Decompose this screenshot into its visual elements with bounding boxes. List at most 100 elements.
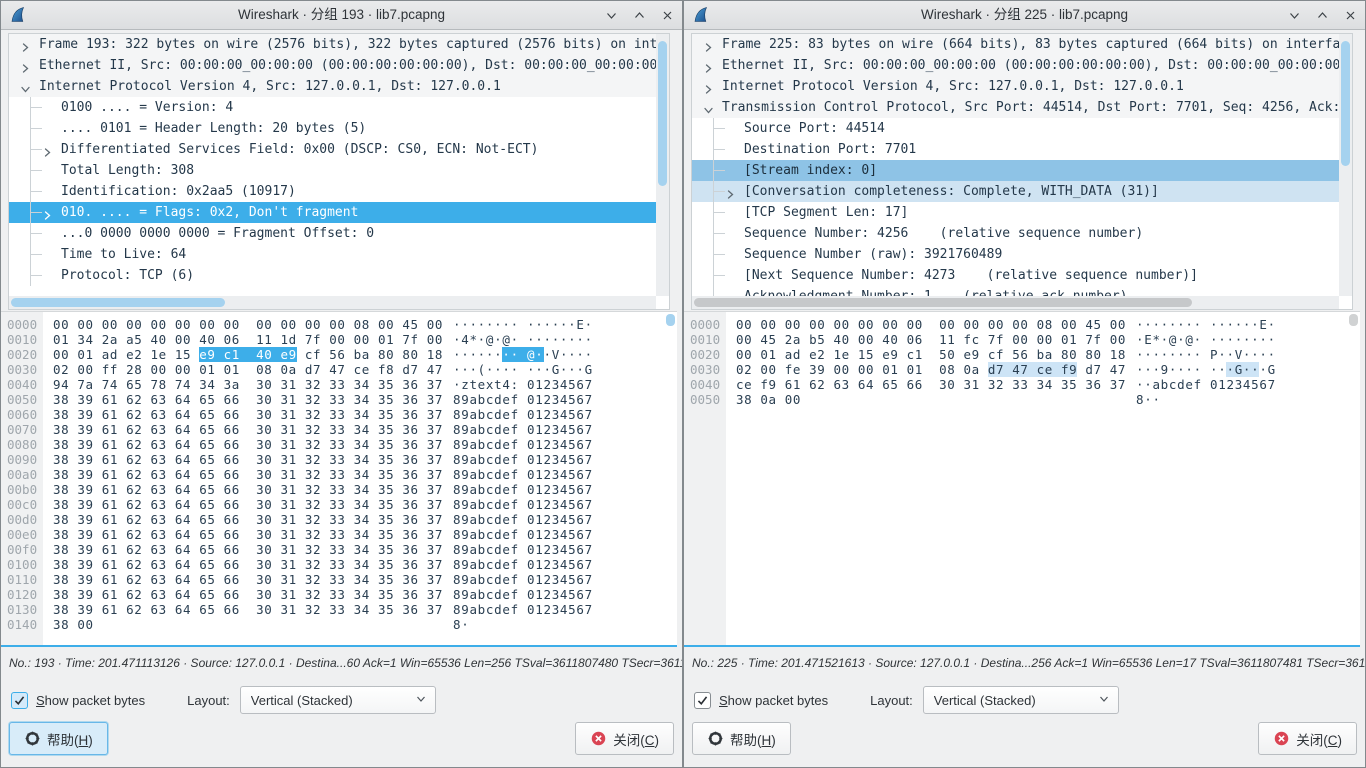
tree-row[interactable]: Internet Protocol Version 4, Src: 127.0.… [9, 76, 656, 97]
expander-closed-icon[interactable] [703, 81, 714, 92]
hex-bytes[interactable]: 38 39 61 62 63 64 65 66 30 31 32 33 34 3… [53, 452, 443, 467]
tree-row[interactable]: [Next Sequence Number: 4273 (relative se… [692, 265, 1339, 286]
hex-row[interactable]: 0040ce f9 61 62 63 64 65 66 30 31 32 33 … [684, 377, 1360, 392]
hex-ascii[interactable]: ·ztext4: 01234567 [453, 377, 593, 392]
hex-bytes[interactable]: 00 01 ad e2 1e 15 e9 c1 40 e9 cf 56 ba 8… [53, 347, 443, 362]
tree-row[interactable]: Frame 225: 83 bytes on wire (664 bits), … [692, 34, 1339, 55]
hex-row[interactable]: 00d038 39 61 62 63 64 65 66 30 31 32 33 … [1, 512, 677, 527]
hex-ascii[interactable]: 89abcdef 01234567 [453, 392, 593, 407]
hex-row[interactable]: 000000 00 00 00 00 00 00 00 00 00 00 00 … [684, 317, 1360, 332]
hex-segment[interactable]: ·· @· [502, 347, 543, 362]
hex-segment[interactable]: ······ [453, 347, 502, 362]
close-button[interactable]: 关闭(C) [1258, 722, 1357, 755]
hex-ascii[interactable]: 8· [453, 617, 469, 632]
hex-segment[interactable]: 02 00 fe 39 00 00 01 01 08 0a [736, 362, 988, 377]
hex-segment[interactable]: e9 c1 40 e9 [199, 347, 297, 362]
show-packet-bytes-checkbox[interactable] [11, 692, 28, 709]
hex-bytes[interactable]: 38 39 61 62 63 64 65 66 30 31 32 33 34 3… [53, 482, 443, 497]
hex-row[interactable]: 003002 00 fe 39 00 00 01 01 08 0a d7 47 … [684, 362, 1360, 377]
hex-ascii[interactable]: ········ @··V···· [453, 347, 593, 362]
hex-row[interactable]: 006038 39 61 62 63 64 65 66 30 31 32 33 … [1, 407, 677, 422]
hex-row[interactable]: 008038 39 61 62 63 64 65 66 30 31 32 33 … [1, 437, 677, 452]
tree-row[interactable]: Acknowledgment Number: 1 (relative ack n… [692, 286, 1339, 296]
hex-ascii[interactable]: ···(···· ···G···G [453, 362, 593, 377]
show-packet-bytes-checkbox[interactable] [694, 692, 711, 709]
hex-row[interactable]: 000000 00 00 00 00 00 00 00 00 00 00 00 … [1, 317, 677, 332]
hex-bytes[interactable]: 38 39 61 62 63 64 65 66 30 31 32 33 34 3… [53, 422, 443, 437]
hex-ascii[interactable]: ········ ······E· [1136, 317, 1276, 332]
hex-ascii[interactable]: 89abcdef 01234567 [453, 407, 593, 422]
hex-row[interactable]: 00b038 39 61 62 63 64 65 66 30 31 32 33 … [1, 482, 677, 497]
hex-bytes[interactable]: ce f9 61 62 63 64 65 66 30 31 32 33 34 3… [736, 377, 1126, 392]
tree-row[interactable]: 010. .... = Flags: 0x2, Don't fragment [9, 202, 656, 223]
hex-segment[interactable]: d7 47 [1077, 362, 1126, 377]
hex-ascii[interactable]: 8·· [1136, 392, 1161, 407]
hex-row[interactable]: 002000 01 ad e2 1e 15 e9 c1 40 e9 cf 56 … [1, 347, 677, 362]
tree-row[interactable]: Identification: 0x2aa5 (10917) [9, 181, 656, 202]
hex-segment[interactable]: cf 56 ba 80 80 18 [297, 347, 443, 362]
scrollbar-thumb[interactable] [11, 298, 225, 307]
expander-closed-icon[interactable] [20, 39, 31, 50]
hex-bytes[interactable]: 38 39 61 62 63 64 65 66 30 31 32 33 34 3… [53, 467, 443, 482]
expander-closed-icon[interactable] [42, 144, 53, 155]
tree-vertical-scrollbar[interactable] [1339, 34, 1352, 296]
hex-bytes[interactable]: 01 34 2a a5 40 00 40 06 11 1d 7f 00 00 0… [53, 332, 443, 347]
hex-row[interactable]: 00a038 39 61 62 63 64 65 66 30 31 32 33 … [1, 467, 677, 482]
hex-ascii[interactable]: 89abcdef 01234567 [453, 557, 593, 572]
hex-row[interactable]: 001001 34 2a a5 40 00 40 06 11 1d 7f 00 … [1, 332, 677, 347]
tree-row[interactable]: Sequence Number (raw): 3921760489 [692, 244, 1339, 265]
tree-row[interactable]: .... 0101 = Header Length: 20 bytes (5) [9, 118, 656, 139]
hex-bytes[interactable]: 94 7a 74 65 78 74 34 3a 30 31 32 33 34 3… [53, 377, 443, 392]
shade-window-icon[interactable] [1287, 8, 1301, 22]
maximize-window-icon[interactable] [1315, 8, 1329, 22]
hex-bytes[interactable]: 02 00 fe 39 00 00 01 01 08 0a d7 47 ce f… [736, 362, 1126, 377]
scrollbar-thumb[interactable] [658, 41, 667, 186]
expander-closed-icon[interactable] [703, 39, 714, 50]
scrollbar-thumb[interactable] [1341, 41, 1350, 166]
tree-row[interactable]: Time to Live: 64 [9, 244, 656, 265]
hex-segment[interactable]: ·G [1259, 362, 1275, 377]
hex-bytes[interactable]: 00 01 ad e2 1e 15 e9 c1 50 e9 cf 56 ba 8… [736, 347, 1126, 362]
titlebar[interactable]: Wireshark · 分组 225 · lib7.pcapng [684, 1, 1365, 30]
hex-row[interactable]: 00e038 39 61 62 63 64 65 66 30 31 32 33 … [1, 527, 677, 542]
hex-ascii[interactable]: ········ ······E· [453, 317, 593, 332]
expander-closed-icon[interactable] [42, 207, 53, 218]
tree-horizontal-scrollbar[interactable] [9, 296, 656, 309]
help-button[interactable]: 帮助(H) [9, 722, 108, 755]
hex-bytes[interactable]: 38 39 61 62 63 64 65 66 30 31 32 33 34 3… [53, 572, 443, 587]
hex-row[interactable]: 012038 39 61 62 63 64 65 66 30 31 32 33 … [1, 587, 677, 602]
hex-row[interactable]: 005038 0a 008·· [684, 392, 1360, 407]
hex-row[interactable]: 009038 39 61 62 63 64 65 66 30 31 32 33 … [1, 452, 677, 467]
expander-closed-icon[interactable] [725, 186, 736, 197]
hex-segment[interactable]: ·G·· [1226, 362, 1259, 377]
tree-row[interactable]: Sequence Number: 4256 (relative sequence… [692, 223, 1339, 244]
tree-row[interactable]: [TCP Segment Len: 17] [692, 202, 1339, 223]
hex-ascii[interactable]: 89abcdef 01234567 [453, 452, 593, 467]
tree-row[interactable]: 0100 .... = Version: 4 [9, 97, 656, 118]
hex-bytes[interactable]: 02 00 ff 28 00 00 01 01 08 0a d7 47 ce f… [53, 362, 443, 377]
tree-row[interactable]: ...0 0000 0000 0000 = Fragment Offset: 0 [9, 223, 656, 244]
hex-ascii[interactable]: 89abcdef 01234567 [453, 422, 593, 437]
hex-ascii[interactable]: 89abcdef 01234567 [453, 527, 593, 542]
tree-row[interactable]: Transmission Control Protocol, Src Port:… [692, 97, 1339, 118]
expander-closed-icon[interactable] [703, 60, 714, 71]
tree-vertical-scrollbar[interactable] [656, 34, 669, 296]
hex-ascii[interactable]: 89abcdef 01234567 [453, 587, 593, 602]
tree-row[interactable]: Differentiated Services Field: 0x00 (DSC… [9, 139, 656, 160]
hex-ascii[interactable]: 89abcdef 01234567 [453, 542, 593, 557]
layout-select[interactable]: Vertical (Stacked) [240, 686, 436, 714]
hex-row[interactable]: 00c038 39 61 62 63 64 65 66 30 31 32 33 … [1, 497, 677, 512]
hex-row[interactable]: 004094 7a 74 65 78 74 34 3a 30 31 32 33 … [1, 377, 677, 392]
expander-closed-icon[interactable] [20, 60, 31, 71]
hex-row[interactable]: 010038 39 61 62 63 64 65 66 30 31 32 33 … [1, 557, 677, 572]
close-window-icon[interactable] [660, 8, 674, 22]
hex-bytes[interactable]: 38 39 61 62 63 64 65 66 30 31 32 33 34 3… [53, 602, 443, 617]
hex-ascii[interactable]: ··abcdef 01234567 [1136, 377, 1276, 392]
hex-bytes[interactable]: 38 39 61 62 63 64 65 66 30 31 32 33 34 3… [53, 557, 443, 572]
hex-segment[interactable]: ·V···· [544, 347, 593, 362]
tree-row[interactable]: Ethernet II, Src: 00:00:00_00:00:00 (00:… [692, 55, 1339, 76]
hex-row[interactable]: 014038 008· [1, 617, 677, 632]
hex-ascii[interactable]: 89abcdef 01234567 [453, 602, 593, 617]
hex-row[interactable]: 013038 39 61 62 63 64 65 66 30 31 32 33 … [1, 602, 677, 617]
shade-window-icon[interactable] [604, 8, 618, 22]
